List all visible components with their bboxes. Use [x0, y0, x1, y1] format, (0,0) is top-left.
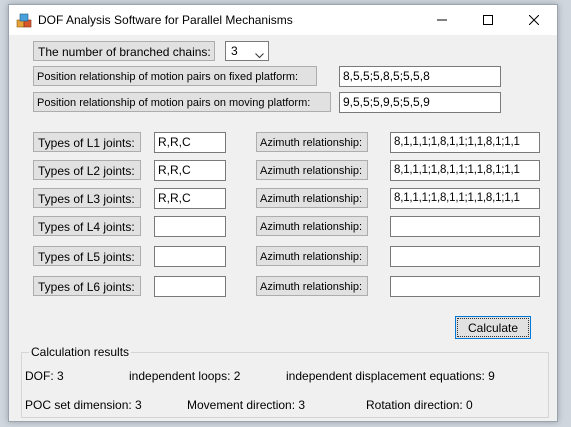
app-window: DOF Analysis Software for Parallel Mecha…: [8, 4, 558, 422]
l5-azimuth-label: Azimuth relationship:: [256, 246, 368, 266]
l2-joints-label: Types of L2 joints:: [33, 160, 141, 180]
branched-chains-select[interactable]: 3: [225, 41, 269, 61]
l5-azimuth-input[interactable]: [390, 246, 540, 267]
l6-azimuth-input[interactable]: [390, 276, 540, 297]
chevron-down-icon: [255, 48, 264, 62]
l1-joints-label: Types of L1 joints:: [33, 132, 141, 152]
moving-platform-input[interactable]: 9,5,5;5,9,5;5,5,9: [339, 92, 501, 113]
results-title: Calculation results: [29, 345, 132, 359]
l5-joints-input[interactable]: [154, 246, 226, 267]
rotation-result: Rotation direction: 0: [366, 398, 473, 412]
fixed-platform-input[interactable]: 8,5,5;5,8,5;5,5,8: [339, 66, 501, 87]
calculate-button[interactable]: Calculate: [455, 316, 531, 339]
l3-joints-input[interactable]: R,R,C: [154, 188, 226, 209]
maximize-icon[interactable]: [465, 5, 511, 35]
moving-platform-label: Position relationship of motion pairs on…: [33, 92, 331, 112]
l6-joints-label: Types of L6 joints:: [33, 276, 141, 296]
l6-joints-input[interactable]: [154, 276, 226, 297]
equations-result: independent displacement equations: 9: [286, 369, 495, 383]
movement-result: Movement direction: 3: [187, 398, 306, 412]
l4-azimuth-label: Azimuth relationship:: [256, 216, 368, 236]
l1-joints-input[interactable]: R,R,C: [154, 132, 226, 153]
close-icon[interactable]: [511, 5, 557, 35]
l2-azimuth-label: Azimuth relationship:: [256, 160, 368, 180]
branched-chains-label: The number of branched chains:: [33, 41, 215, 61]
l2-joints-input[interactable]: R,R,C: [154, 160, 226, 181]
dof-result: DOF: 3: [25, 369, 64, 383]
l3-joints-label: Types of L3 joints:: [33, 188, 141, 208]
l4-joints-label: Types of L4 joints:: [33, 216, 141, 236]
l3-azimuth-input[interactable]: 8,1,1,1;1,8,1,1;1,1,8,1;1,1: [390, 188, 540, 209]
minimize-icon[interactable]: [419, 5, 465, 35]
l1-azimuth-label: Azimuth relationship:: [256, 132, 368, 152]
poc-result: POC set dimension: 3: [25, 398, 142, 412]
l5-joints-label: Types of L5 joints:: [33, 246, 141, 266]
loops-result: independent loops: 2: [129, 369, 241, 383]
l3-azimuth-label: Azimuth relationship:: [256, 188, 368, 208]
app-icon: [16, 13, 32, 29]
l4-joints-input[interactable]: [154, 216, 226, 237]
branched-chains-value: 3: [231, 44, 238, 58]
l2-azimuth-input[interactable]: 8,1,1,1;1,8,1,1;1,1,8,1;1,1: [390, 160, 540, 181]
fixed-platform-label: Position relationship of motion pairs on…: [33, 66, 317, 86]
l1-azimuth-input[interactable]: 8,1,1,1;1,8,1,1;1,1,8,1;1,1: [390, 132, 540, 153]
l6-azimuth-label: Azimuth relationship:: [256, 276, 368, 296]
title-bar[interactable]: DOF Analysis Software for Parallel Mecha…: [9, 5, 557, 35]
l4-azimuth-input[interactable]: [390, 216, 540, 237]
window-title: DOF Analysis Software for Parallel Mecha…: [38, 13, 293, 27]
